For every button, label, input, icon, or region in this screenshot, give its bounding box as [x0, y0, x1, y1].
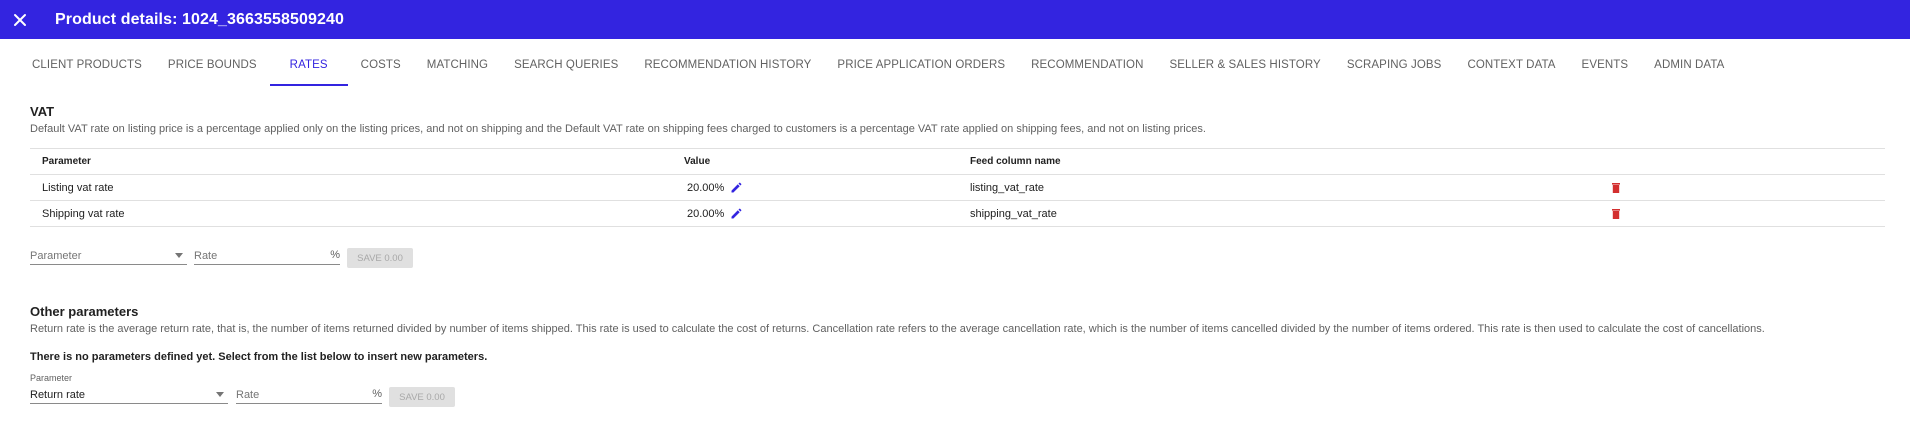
page-title: Product details: 1024_3663558509240: [55, 10, 345, 28]
vat-section-title: VAT: [30, 104, 55, 119]
other-parameter-label: Parameter: [30, 373, 73, 383]
vat-rate-placeholder: Rate: [194, 249, 218, 262]
close-button[interactable]: [0, 0, 40, 39]
vat-parameter-placeholder: Parameter: [30, 249, 82, 262]
value-cell: 20.00%: [684, 175, 742, 200]
feed-column-cell: listing_vat_rate: [970, 181, 1044, 194]
vat-save-button[interactable]: SAVE 0.00: [347, 248, 413, 268]
pencil-icon[interactable]: [730, 208, 742, 220]
table-row: Shipping vat rate 20.00% shipping_vat_ra…: [30, 201, 1885, 227]
tab-rates[interactable]: RATES: [269, 50, 348, 86]
other-parameter-value: Return rate: [30, 388, 86, 401]
tab-client-products[interactable]: CLIENT PRODUCTS: [19, 50, 155, 86]
value-text: 20.00%: [687, 207, 725, 220]
delete-icon[interactable]: [1612, 208, 1620, 219]
value-text: 20.00%: [687, 181, 725, 194]
tab-recommendation-history[interactable]: RECOMMENDATION HISTORY: [631, 50, 824, 86]
value-cell: 20.00%: [684, 201, 742, 226]
other-rate-suffix: %: [372, 388, 382, 400]
parameter-cell: Listing vat rate: [42, 181, 114, 194]
tab-recommendation[interactable]: RECOMMENDATION: [1018, 50, 1156, 86]
vat-table: Parameter Value Feed column name Listing…: [30, 148, 1885, 227]
vat-section-description: Default VAT rate on listing price is a p…: [30, 123, 1206, 135]
pencil-icon[interactable]: [730, 182, 742, 194]
tab-events[interactable]: EVENTS: [1569, 50, 1642, 86]
column-header-feed-column-name: Feed column name: [970, 156, 1061, 167]
other-rate-placeholder: Rate: [236, 388, 260, 401]
other-parameters-title: Other parameters: [30, 304, 139, 319]
tab-context-data[interactable]: CONTEXT DATA: [1454, 50, 1568, 86]
vat-rate-input[interactable]: Rate %: [194, 247, 340, 265]
column-header-parameter: Parameter: [42, 156, 91, 167]
tab-price-application-orders[interactable]: PRICE APPLICATION ORDERS: [824, 50, 1018, 86]
close-icon: [13, 13, 27, 27]
delete-icon[interactable]: [1612, 182, 1620, 193]
top-app-bar: Product details: 1024_3663558509240: [0, 0, 1910, 39]
tab-search-queries[interactable]: SEARCH QUERIES: [501, 50, 631, 86]
parameter-cell: Shipping vat rate: [42, 207, 125, 220]
empty-parameters-notice: There is no parameters defined yet. Sele…: [30, 351, 488, 363]
tab-matching[interactable]: MATCHING: [414, 50, 501, 86]
feed-column-cell: shipping_vat_rate: [970, 207, 1057, 220]
tab-admin-data[interactable]: ADMIN DATA: [1641, 50, 1737, 86]
tab-costs[interactable]: COSTS: [348, 50, 414, 86]
tab-price-bounds[interactable]: PRICE BOUNDS: [155, 50, 270, 86]
tab-scraping-jobs[interactable]: SCRAPING JOBS: [1334, 50, 1455, 86]
other-parameter-select[interactable]: Return rate: [30, 386, 228, 404]
other-parameters-description: Return rate is the average return rate, …: [30, 323, 1765, 335]
vat-rate-suffix: %: [330, 249, 340, 261]
table-header-row: Parameter Value Feed column name: [30, 149, 1885, 175]
tab-seller-sales-history[interactable]: SELLER & SALES HISTORY: [1156, 50, 1333, 86]
vat-parameter-select[interactable]: Parameter: [30, 247, 187, 265]
table-row: Listing vat rate 20.00% listing_vat_rate: [30, 175, 1885, 201]
column-header-value: Value: [684, 156, 711, 167]
chevron-down-icon: [216, 392, 224, 397]
chevron-down-icon: [175, 253, 183, 258]
other-save-button[interactable]: SAVE 0.00: [389, 387, 455, 407]
other-rate-input[interactable]: Rate %: [236, 386, 382, 404]
tab-bar: CLIENT PRODUCTS PRICE BOUNDS RATES COSTS…: [19, 50, 1737, 86]
